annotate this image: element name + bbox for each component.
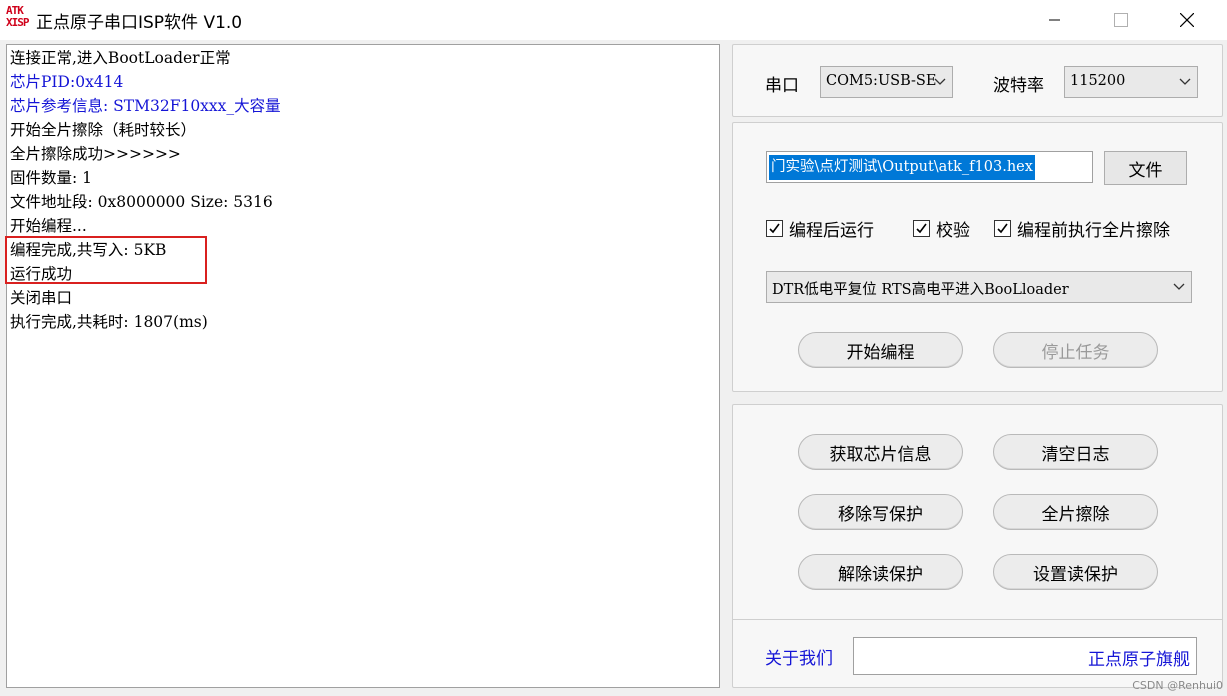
baud-label: 波特率 [993, 76, 1044, 96]
title-bar[interactable]: ATK XISP 正点原子串口ISP软件 V1.0 [0, 0, 1227, 40]
log-line: 执行完成,共耗时: 1807(ms) [10, 313, 208, 331]
get-chip-info-button[interactable]: 获取芯片信息 [798, 434, 963, 470]
start-program-button[interactable]: 开始编程 [798, 332, 963, 368]
baud-value: 115200 [1070, 73, 1126, 89]
remove-read-protect-button[interactable]: 解除读保护 [798, 554, 963, 590]
log-output[interactable]: 连接正常,进入BootLoader正常 芯片PID:0x414 芯片参考信息: … [6, 44, 720, 688]
file-path-input[interactable]: 门实验\点灯测试\Output\atk_f103.hex [766, 151, 1093, 183]
file-button[interactable]: 文件 [1104, 151, 1187, 185]
verify-checkbox[interactable]: 校验 [913, 216, 970, 241]
maximize-icon [1114, 13, 1128, 27]
remove-write-protect-button[interactable]: 移除写保护 [798, 494, 963, 530]
close-button[interactable] [1164, 0, 1210, 40]
maximize-button[interactable] [1098, 0, 1144, 40]
log-line: 芯片参考信息: STM32F10xxx_大容量 [10, 97, 281, 115]
watermark: CSDN @Renhui0 [1132, 679, 1223, 692]
check-icon [916, 223, 927, 234]
close-icon [1180, 13, 1194, 27]
footer-divider [733, 619, 1222, 620]
set-read-protect-button[interactable]: 设置读保护 [993, 554, 1158, 590]
check-icon [769, 223, 780, 234]
window-title: 正点原子串口ISP软件 V1.0 [36, 13, 243, 33]
log-line: 文件地址段: 0x8000000 Size: 5316 [10, 193, 273, 211]
chevron-down-icon [934, 78, 946, 85]
chevron-down-icon [1173, 283, 1185, 290]
boot-mode-value: DTR低电平复位 RTS高电平进入BooLloader [772, 282, 1069, 298]
checkbox-label: 编程前执行全片擦除 [1017, 221, 1170, 241]
checkbox-box [994, 220, 1011, 237]
highlight-box [5, 236, 207, 284]
minimize-button[interactable] [1032, 0, 1078, 40]
brand-field[interactable]: 正点原子旗舰 [853, 637, 1197, 675]
log-line: 芯片PID:0x414 [10, 73, 124, 91]
brand-text: 正点原子旗舰 [1088, 650, 1190, 670]
port-value: COM5:USB-SE [826, 73, 937, 89]
app-logo: ATK XISP [6, 4, 32, 32]
log-line: 开始编程... [10, 217, 87, 235]
port-label: 串口 [765, 76, 799, 96]
checkbox-label: 校验 [936, 221, 970, 241]
log-line: 开始全片擦除（耗时较长） [10, 121, 197, 139]
erase-before-program-checkbox[interactable]: 编程前执行全片擦除 [994, 216, 1170, 241]
boot-mode-select[interactable]: DTR低电平复位 RTS高电平进入BooLloader [766, 271, 1192, 303]
full-erase-button[interactable]: 全片擦除 [993, 494, 1158, 530]
chevron-down-icon [1179, 78, 1191, 85]
log-line: 全片擦除成功>>>>>> [10, 145, 181, 163]
checkbox-box [766, 220, 783, 237]
minimize-icon [1049, 19, 1060, 21]
about-us-link[interactable]: 关于我们 [765, 644, 833, 669]
log-line: 固件数量: 1 [10, 169, 93, 187]
logo-text-bottom: XISP [6, 16, 29, 29]
log-line: 连接正常,进入BootLoader正常 [10, 49, 231, 67]
checkbox-box [913, 220, 930, 237]
file-path-text: 门实验\点灯测试\Output\atk_f103.hex [769, 155, 1035, 180]
port-select[interactable]: COM5:USB-SE [820, 66, 953, 98]
run-after-program-checkbox[interactable]: 编程后运行 [766, 216, 874, 241]
baud-select[interactable]: 115200 [1064, 66, 1198, 98]
clear-log-button[interactable]: 清空日志 [993, 434, 1158, 470]
checkbox-label: 编程后运行 [789, 221, 874, 241]
stop-task-button[interactable]: 停止任务 [993, 332, 1158, 368]
check-icon [997, 223, 1008, 234]
log-line: 关闭串口 [10, 289, 73, 307]
